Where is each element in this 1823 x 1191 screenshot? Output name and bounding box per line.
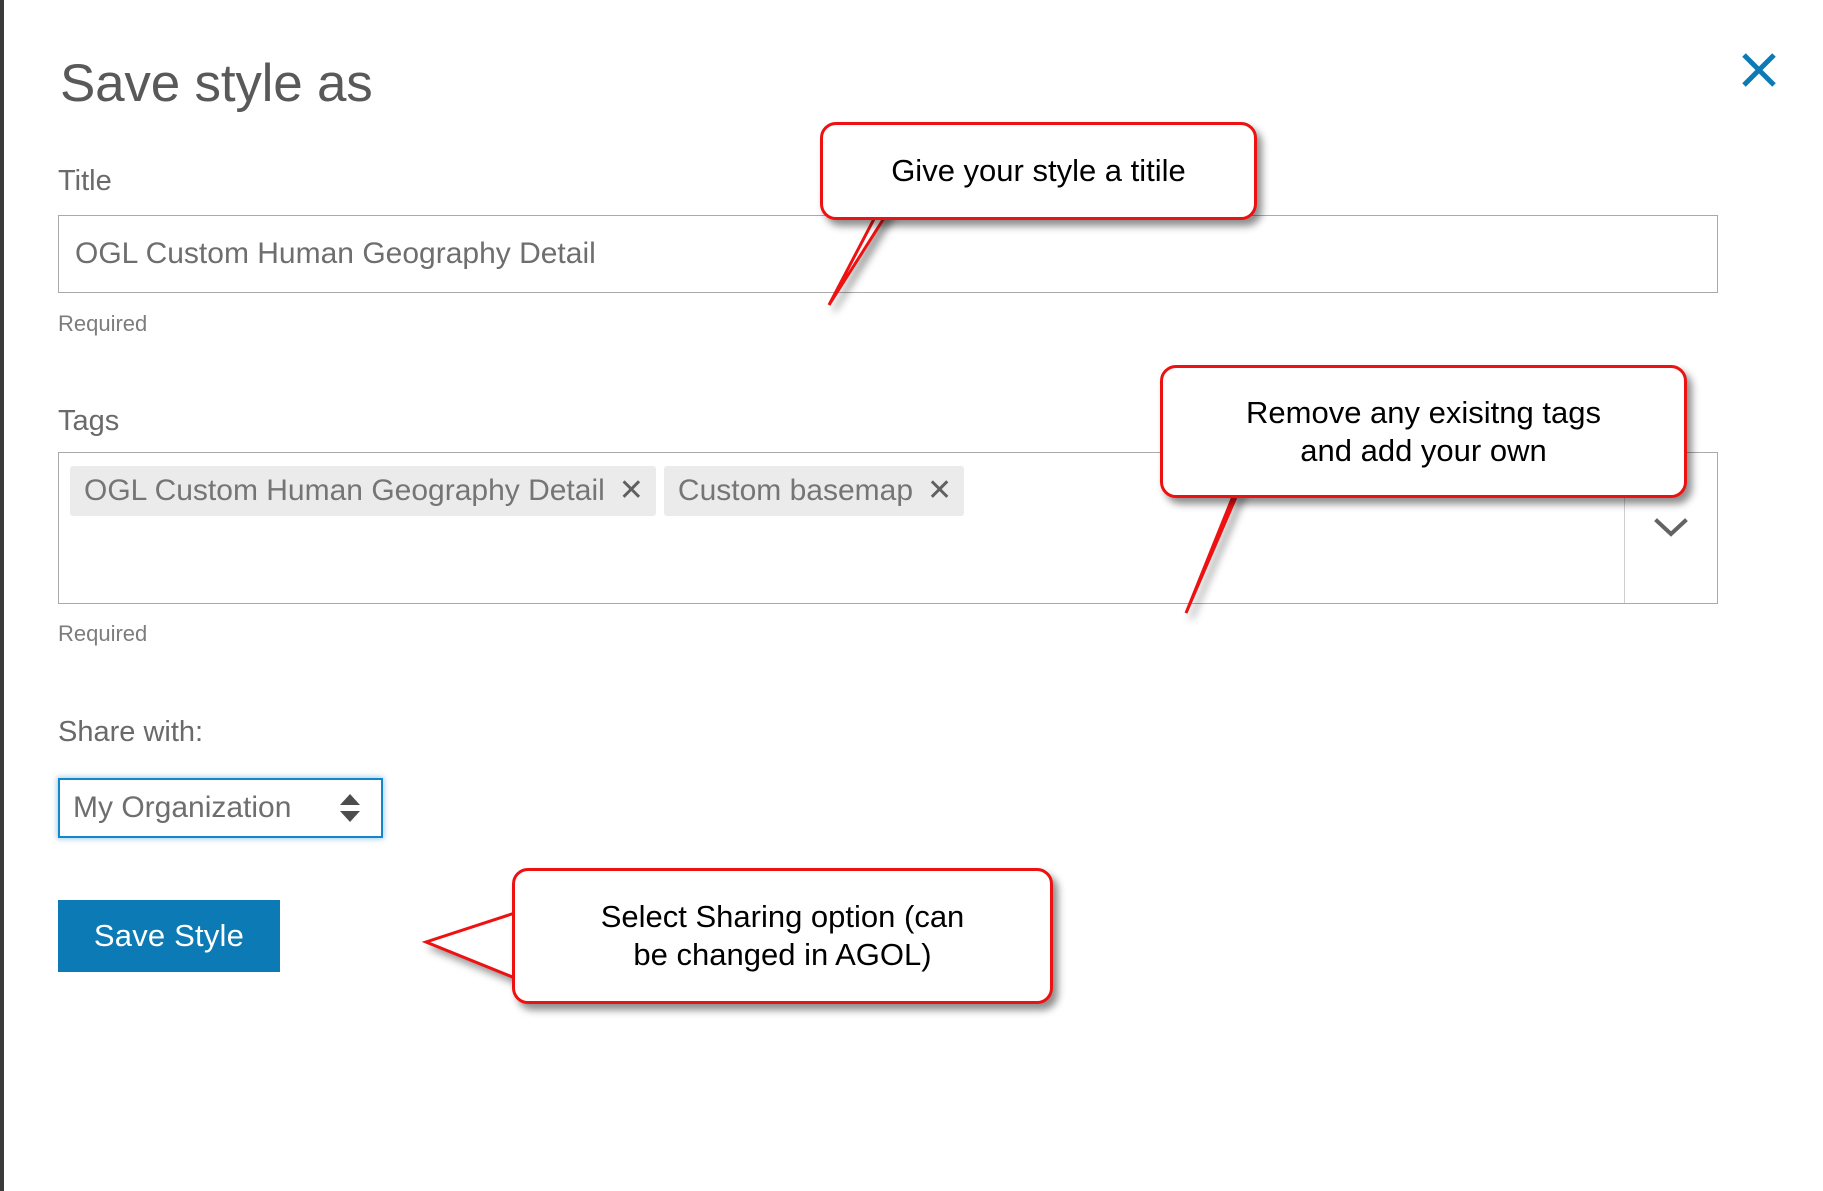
tags-required-helper: Required — [58, 621, 148, 646]
screenshot-root: Save style as Title Required Tags OGL Cu… — [0, 0, 1823, 1191]
callout-share-text: Select Sharing option (can be changed in… — [587, 898, 979, 974]
title-required-helper: Required — [58, 311, 148, 336]
callout-title-text: Give your style a titile — [891, 153, 1186, 189]
close-icon — [1742, 53, 1776, 87]
title-field-label: Title — [58, 165, 112, 197]
callout-tags-line2: and add your own — [1300, 432, 1547, 468]
callout-title-note: Give your style a titile — [820, 122, 1257, 220]
save-style-button[interactable]: Save Style — [58, 900, 280, 972]
tag-chip-label: OGL Custom Human Geography Detail — [84, 474, 605, 507]
close-button[interactable] — [1739, 50, 1779, 90]
callout-tags-note: Remove any exisitng tags and add your ow… — [1160, 365, 1687, 498]
tag-chip[interactable]: OGL Custom Human Geography Detail ✕ — [70, 466, 656, 516]
tag-remove-icon[interactable]: ✕ — [619, 476, 644, 506]
tag-chip[interactable]: Custom basemap ✕ — [663, 466, 965, 516]
share-with-select[interactable]: My Organization — [58, 778, 383, 838]
share-field-label: Share with: — [58, 716, 204, 748]
callout-share-note: Select Sharing option (can be changed in… — [512, 868, 1053, 1004]
callout-tags-line1: Remove any exisitng tags — [1246, 394, 1601, 430]
tag-chip-label: Custom basemap — [677, 474, 914, 507]
chevron-down-icon — [1654, 518, 1688, 537]
callout-share-line1: Select Sharing option (can — [600, 899, 965, 935]
callout-tail-tags — [1160, 464, 1414, 614]
stepper-arrows-icon — [340, 794, 360, 822]
page-title: Save style as — [60, 54, 373, 113]
stepper-updown-icon[interactable] — [333, 793, 381, 823]
callout-tags-text: Remove any exisitng tags and add your ow… — [1232, 394, 1615, 470]
tags-field-label: Tags — [58, 405, 120, 437]
callout-share-line2: be changed in AGOL) — [633, 937, 932, 972]
share-with-selected-value: My Organization — [73, 791, 292, 824]
tag-remove-icon[interactable]: ✕ — [927, 476, 952, 506]
